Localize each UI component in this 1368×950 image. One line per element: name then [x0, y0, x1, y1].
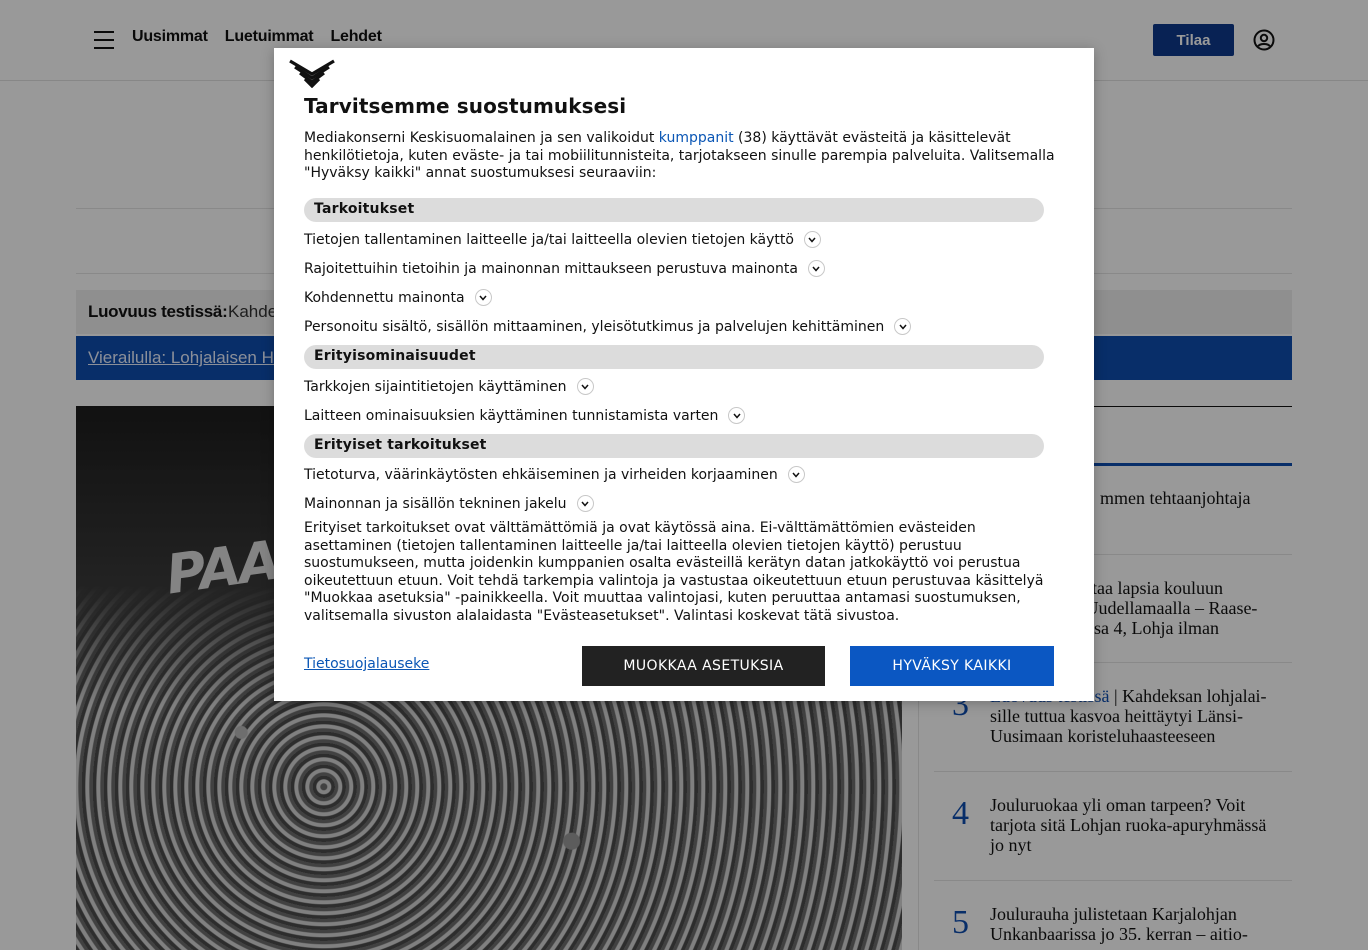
dialog-intro: Mediakonserni Keskisuomalainen ja sen va…: [304, 130, 1055, 181]
purpose-item-personalised-content[interactable]: Personoitu sisältö, sisällön mittaaminen…: [304, 318, 912, 335]
chevron-down-icon[interactable]: [576, 495, 594, 512]
edit-settings-button[interactable]: MUOKKAA ASETUKSIA: [582, 646, 825, 686]
special-item-delivery[interactable]: Mainonnan ja sisällön tekninen jakelu: [304, 495, 594, 512]
chevron-down-icon[interactable]: [803, 231, 821, 248]
chevron-down-icon[interactable]: [728, 407, 746, 424]
dialog-title: Tarvitsemme suostumuksesi: [304, 94, 627, 118]
section-header-features: Erityisominaisuudet: [304, 345, 1044, 369]
chevron-down-icon[interactable]: [807, 260, 825, 277]
dialog-note: Erityiset tarkoitukset ovat välttämättöm…: [304, 520, 1044, 624]
privacy-policy-link[interactable]: Tietosuojalauseke: [304, 656, 429, 672]
section-header-purposes: Tarkoitukset: [304, 198, 1044, 222]
feature-item-location[interactable]: Tarkkojen sijaintitietojen käyttäminen: [304, 378, 594, 395]
accept-all-button[interactable]: HYVÄKSY KAIKKI: [850, 646, 1054, 686]
chevron-down-icon[interactable]: [894, 318, 912, 335]
purpose-item-limited-ads[interactable]: Rajoitettuihin tietoihin ja mainonnan mi…: [304, 260, 825, 277]
publisher-logo: [289, 59, 335, 88]
feature-item-device-scan[interactable]: Laitteen ominaisuuksien käyttäminen tunn…: [304, 407, 746, 424]
special-item-security[interactable]: Tietoturva, väärinkäytösten ehkäiseminen…: [304, 466, 805, 483]
purpose-item-targeted-ads[interactable]: Kohdennettu mainonta: [304, 289, 492, 306]
partners-link[interactable]: kumppanit: [659, 130, 734, 146]
chevron-down-icon[interactable]: [787, 466, 805, 483]
purpose-item-storage[interactable]: Tietojen tallentaminen laitteelle ja/tai…: [304, 231, 821, 248]
chevron-down-icon[interactable]: [576, 378, 594, 395]
consent-dialog: Tarvitsemme suostumuksesi Mediakonserni …: [274, 48, 1094, 701]
chevron-down-icon[interactable]: [474, 289, 492, 306]
section-header-special-purposes: Erityiset tarkoitukset: [304, 434, 1044, 458]
